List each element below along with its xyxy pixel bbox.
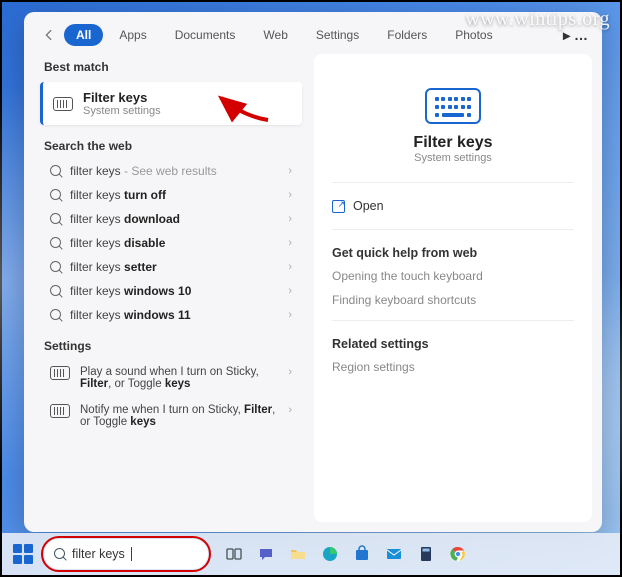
arrow-left-icon	[42, 28, 56, 42]
search-icon	[50, 237, 62, 249]
chevron-right-icon: ›	[288, 261, 292, 273]
tab-settings[interactable]: Settings	[304, 24, 371, 46]
search-icon	[50, 213, 62, 225]
open-button[interactable]: Open	[332, 191, 574, 221]
chevron-right-icon: ›	[288, 366, 292, 378]
detail-pane: Filter keys System settings Open Get qui…	[314, 54, 592, 522]
keyboard-icon	[50, 404, 70, 418]
settings-section-label: Settings	[34, 333, 308, 359]
taskbar-edge-icon[interactable]	[316, 540, 344, 568]
web-result-1[interactable]: filter keys turn off ›	[40, 183, 302, 207]
web-result-2[interactable]: filter keys download ›	[40, 207, 302, 231]
related-link-region[interactable]: Region settings	[332, 355, 574, 379]
keyboard-icon	[50, 366, 70, 380]
chevron-right-icon: ›	[288, 213, 292, 225]
annotation-arrow-icon	[213, 88, 273, 128]
search-icon	[50, 261, 62, 273]
keyboard-large-icon	[425, 88, 481, 124]
taskbar: filter keys	[2, 533, 620, 575]
taskbar-mail-icon[interactable]	[380, 540, 408, 568]
taskbar-explorer-icon[interactable]	[284, 540, 312, 568]
search-icon	[50, 165, 62, 177]
search-web-label: Search the web	[34, 133, 308, 159]
search-icon	[50, 309, 62, 321]
quick-link-touch-keyboard[interactable]: Opening the touch keyboard	[332, 264, 574, 288]
taskbar-chrome-icon[interactable]	[444, 540, 472, 568]
chevron-right-icon: ›	[288, 309, 292, 321]
tab-apps[interactable]: Apps	[107, 24, 158, 46]
chevron-right-icon: ›	[288, 189, 292, 201]
tab-all[interactable]: All	[64, 24, 103, 46]
taskbar-store-icon[interactable]	[348, 540, 376, 568]
quick-help-label: Get quick help from web	[332, 238, 574, 264]
detail-subtitle: System settings	[332, 152, 574, 164]
tab-folders[interactable]: Folders	[375, 24, 439, 46]
best-match-label: Best match	[34, 54, 308, 80]
best-match-result[interactable]: Filter keys System settings	[40, 82, 302, 125]
taskbar-search-input[interactable]: filter keys	[44, 539, 208, 569]
settings-result-1[interactable]: Notify me when I turn on Sticky, Filter,…	[40, 397, 302, 435]
web-result-0[interactable]: filter keys - See web results ›	[40, 159, 302, 183]
taskbar-chat-icon[interactable]	[252, 540, 280, 568]
taskbar-task-view-icon[interactable]	[220, 540, 248, 568]
web-result-4[interactable]: filter keys setter ›	[40, 255, 302, 279]
results-column: Best match Filter keys System settings S…	[34, 54, 308, 522]
chevron-right-icon: ›	[288, 165, 292, 177]
watermark-text: www.wintips.org	[465, 8, 610, 31]
tab-documents[interactable]: Documents	[163, 24, 248, 46]
search-icon	[50, 189, 62, 201]
chevron-right-icon: ›	[288, 237, 292, 249]
back-button[interactable]	[38, 24, 60, 46]
settings-result-0[interactable]: Play a sound when I turn on Sticky, Filt…	[40, 359, 302, 397]
chevron-right-icon: ›	[288, 285, 292, 297]
web-result-6[interactable]: filter keys windows 11 ›	[40, 303, 302, 327]
tab-web[interactable]: Web	[251, 24, 299, 46]
taskbar-calculator-icon[interactable]	[412, 540, 440, 568]
quick-link-shortcuts[interactable]: Finding keyboard shortcuts	[332, 288, 574, 312]
start-search-panel: All Apps Documents Web Settings Folders …	[24, 12, 602, 532]
keyboard-icon	[53, 97, 73, 111]
detail-title: Filter keys	[332, 134, 574, 152]
web-result-5[interactable]: filter keys windows 10 ›	[40, 279, 302, 303]
web-result-3[interactable]: filter keys disable ›	[40, 231, 302, 255]
search-icon	[54, 548, 66, 560]
start-button[interactable]	[8, 539, 38, 569]
related-settings-label: Related settings	[332, 329, 574, 355]
open-external-icon	[332, 200, 345, 213]
search-value: filter keys	[72, 547, 125, 561]
best-match-subtitle: System settings	[83, 105, 161, 117]
chevron-right-icon: ›	[288, 404, 292, 416]
best-match-title: Filter keys	[83, 90, 161, 105]
search-icon	[50, 285, 62, 297]
